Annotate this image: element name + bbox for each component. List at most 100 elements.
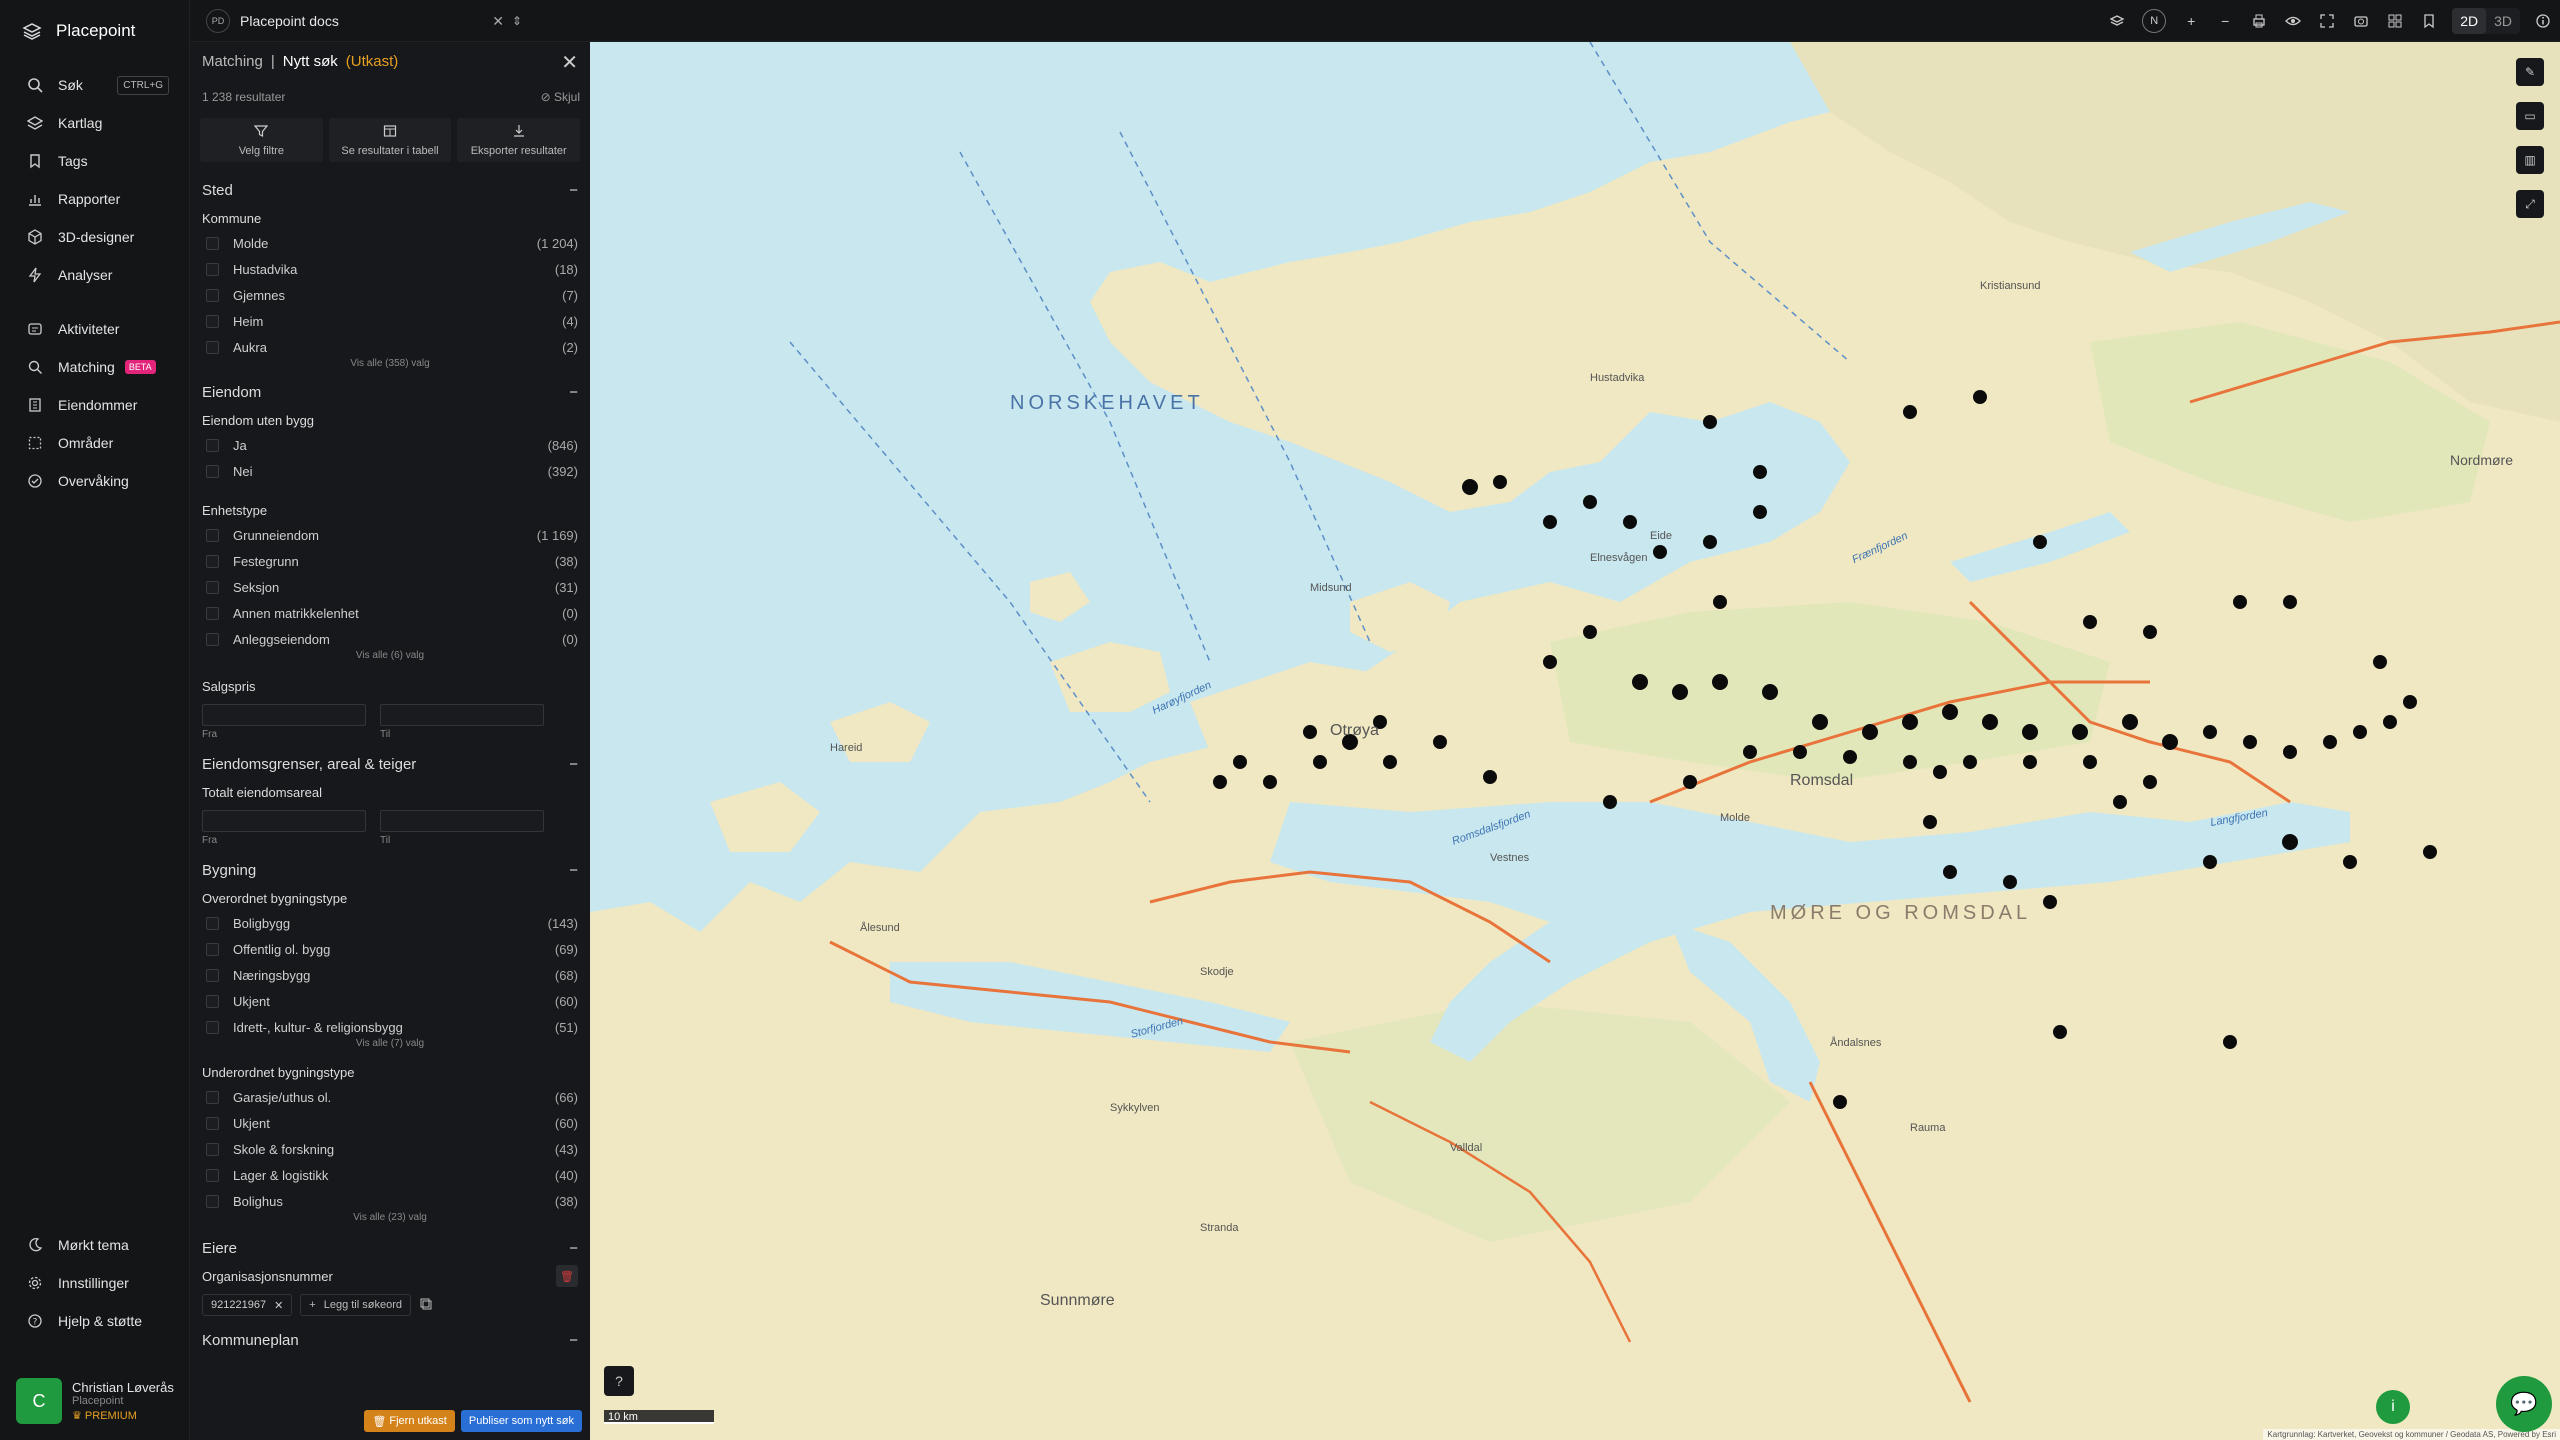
hide-button[interactable]: ⊘ Skjul	[541, 90, 580, 104]
filter-option[interactable]: Bolighus (38)	[202, 1188, 578, 1214]
nav-item-settings[interactable]: Innstillinger	[0, 1264, 189, 1302]
result-marker[interactable]	[1933, 765, 1947, 779]
nav-item-analyser[interactable]: Analyser	[0, 256, 189, 294]
result-marker[interactable]	[1753, 505, 1767, 519]
section-title[interactable]: Kommuneplan −	[202, 1326, 578, 1354]
clear-icon[interactable]: ✕	[492, 13, 504, 30]
result-marker[interactable]	[1713, 595, 1727, 609]
filter-option[interactable]: Offentlig ol. bygg (69)	[202, 936, 578, 962]
publish-search-button[interactable]: Publiser som nytt søk	[460, 1410, 582, 1432]
filter-option[interactable]: Idrett-, kultur- & religionsbygg (51)	[202, 1014, 578, 1040]
nav-item-kartlag[interactable]: Kartlag	[0, 104, 189, 142]
section-title[interactable]: Sted −	[202, 176, 578, 204]
result-marker[interactable]	[1543, 515, 1557, 529]
result-marker[interactable]	[2353, 725, 2367, 739]
checkbox[interactable]	[206, 288, 219, 302]
result-marker[interactable]	[2023, 755, 2037, 769]
chevron-updown-icon[interactable]: ⇕	[512, 14, 522, 28]
checkbox[interactable]	[206, 1142, 219, 1156]
map-stats-tool[interactable]: ▥	[2516, 146, 2544, 174]
info-button[interactable]: i	[2376, 1390, 2410, 1424]
filter-option[interactable]: Lager & logistikk (40)	[202, 1162, 578, 1188]
result-marker[interactable]	[1583, 495, 1597, 509]
filter-option[interactable]: Skole & forskning (43)	[202, 1136, 578, 1162]
collapse-icon[interactable]: −	[569, 182, 578, 199]
filter-option[interactable]: Seksjon (31)	[202, 574, 578, 600]
result-marker[interactable]	[2033, 535, 2047, 549]
close-icon[interactable]: ✕	[561, 50, 578, 75]
nav-item-eiendommer[interactable]: Eiendommer	[0, 386, 189, 424]
checkbox[interactable]	[206, 916, 219, 930]
fullscreen-icon[interactable]	[2310, 0, 2344, 42]
result-marker[interactable]	[2373, 655, 2387, 669]
checkbox[interactable]	[206, 968, 219, 982]
collapse-icon[interactable]: −	[569, 756, 578, 773]
brand[interactable]: Placepoint	[0, 0, 189, 62]
nav-item-help[interactable]: ? Hjelp & støtte	[0, 1302, 189, 1340]
filter-option[interactable]: Ukjent (60)	[202, 1110, 578, 1136]
nav-item-tags[interactable]: Tags	[0, 142, 189, 180]
show-all-link[interactable]: Vis alle (23) valg	[202, 1212, 578, 1226]
checkbox[interactable]	[206, 554, 219, 568]
collapse-icon[interactable]: −	[569, 384, 578, 401]
result-marker[interactable]	[1902, 714, 1918, 730]
result-marker[interactable]	[1313, 755, 1327, 769]
nav-item-omrader[interactable]: Områder	[0, 424, 189, 462]
result-marker[interactable]	[1632, 674, 1648, 690]
export-button[interactable]: Eksporter resultater	[457, 118, 581, 162]
result-marker[interactable]	[2203, 725, 2217, 739]
result-marker[interactable]	[2083, 755, 2097, 769]
section-title[interactable]: Eiendomsgrenser, areal & teiger −	[202, 750, 578, 778]
result-marker[interactable]	[2223, 1035, 2237, 1049]
area-to-input[interactable]	[380, 810, 544, 832]
result-marker[interactable]	[2053, 1025, 2067, 1039]
show-all-link[interactable]: Vis alle (358) valg	[202, 358, 578, 372]
map-draw-tool[interactable]: ✎	[2516, 58, 2544, 86]
result-marker[interactable]	[1903, 405, 1917, 419]
result-marker[interactable]	[2283, 745, 2297, 759]
checkbox[interactable]	[206, 942, 219, 956]
result-marker[interactable]	[1762, 684, 1778, 700]
result-marker[interactable]	[1493, 475, 1507, 489]
result-marker[interactable]	[2162, 734, 2178, 750]
camera-icon[interactable]	[2344, 0, 2378, 42]
result-marker[interactable]	[1923, 815, 1937, 829]
map-measure-tool[interactable]: ▭	[2516, 102, 2544, 130]
result-marker[interactable]	[2282, 834, 2298, 850]
filter-option[interactable]: Festegrunn (38)	[202, 548, 578, 574]
section-title[interactable]: Eiere −	[202, 1234, 578, 1262]
result-marker[interactable]	[1862, 724, 1878, 740]
price-from-input[interactable]	[202, 704, 366, 726]
result-marker[interactable]	[2072, 724, 2088, 740]
show-all-link[interactable]: Vis alle (7) valg	[202, 1038, 578, 1052]
filter-option[interactable]: Boligbygg (143)	[202, 910, 578, 936]
result-marker[interactable]	[1712, 674, 1728, 690]
result-marker[interactable]	[1963, 755, 1977, 769]
nav-item-aktiviteter[interactable]: Aktiviteter	[0, 310, 189, 348]
map-route-tool[interactable]: ⤢	[2516, 190, 2544, 218]
result-marker[interactable]	[1812, 714, 1828, 730]
price-to-input[interactable]	[380, 704, 544, 726]
checkbox[interactable]	[206, 464, 219, 478]
result-marker[interactable]	[1213, 775, 1227, 789]
user-profile[interactable]: C Christian Løverås Placepoint ♛ PREMIUM	[16, 1378, 174, 1424]
result-marker[interactable]	[2423, 845, 2437, 859]
result-marker[interactable]	[2003, 875, 2017, 889]
result-marker[interactable]	[1653, 545, 1667, 559]
checkbox[interactable]	[206, 528, 219, 542]
checkbox[interactable]	[206, 262, 219, 276]
grid-icon[interactable]	[2378, 0, 2412, 42]
result-marker[interactable]	[1753, 465, 1767, 479]
map-canvas[interactable]	[590, 42, 2560, 1440]
remove-draft-button[interactable]: 🗑 Fjern utkast	[364, 1410, 455, 1432]
result-marker[interactable]	[1703, 535, 1717, 549]
checkbox[interactable]	[206, 1194, 219, 1208]
compass-icon[interactable]: N	[2142, 9, 2167, 33]
print-icon[interactable]	[2242, 0, 2276, 42]
checkbox[interactable]	[206, 236, 219, 250]
result-marker[interactable]	[1973, 390, 1987, 404]
collapse-icon[interactable]: −	[569, 862, 578, 879]
result-marker[interactable]	[1903, 755, 1917, 769]
nav-item-matching[interactable]: Matching BETA	[0, 348, 189, 386]
zoom-in-icon[interactable]: +	[2174, 0, 2208, 42]
